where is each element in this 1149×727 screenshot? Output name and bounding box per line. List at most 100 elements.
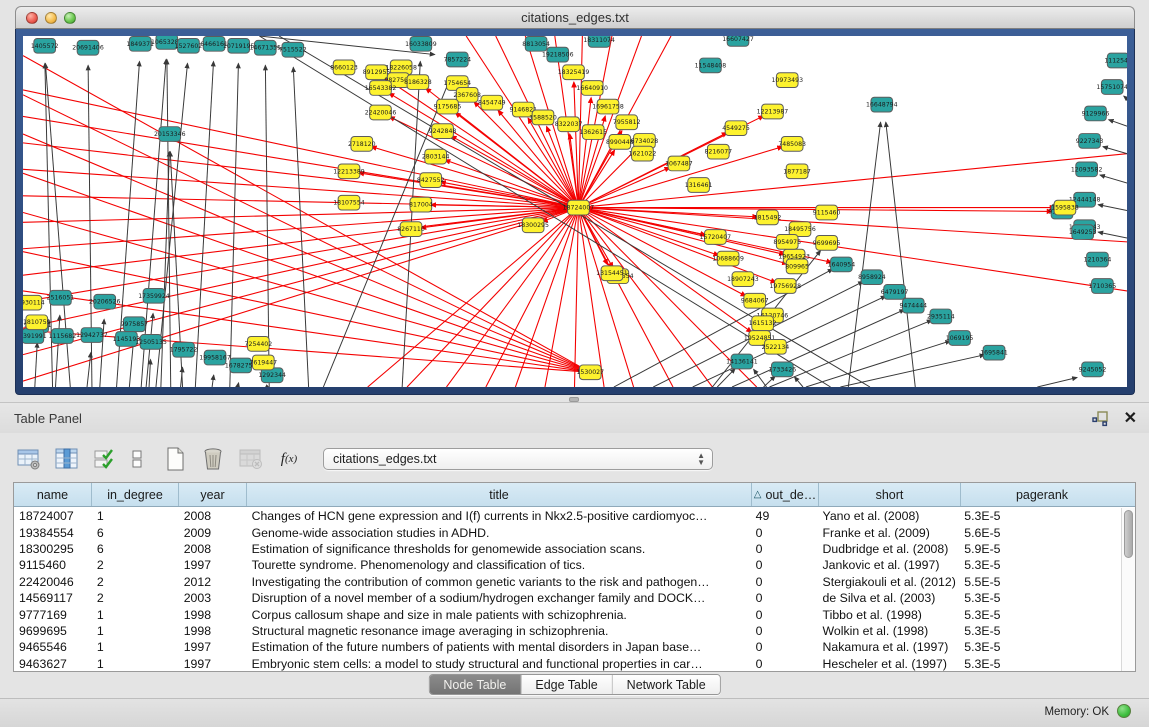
column-header-year[interactable]: year <box>179 483 247 506</box>
table-row[interactable]: 969969511998Structural magnetic resonanc… <box>14 623 1121 639</box>
network-node[interactable]: 1588520 <box>529 110 557 125</box>
network-node[interactable]: 8954975 <box>773 235 801 250</box>
network-node[interactable]: 2803144 <box>422 149 450 164</box>
function-builder-icon[interactable]: f(x) <box>273 443 305 475</box>
network-node[interactable]: 1695841 <box>980 345 1008 360</box>
column-header-name[interactable]: name <box>14 483 92 506</box>
network-node[interactable]: 18724007 <box>563 200 595 215</box>
table-row[interactable]: 1938455462009Genome-wide association stu… <box>14 524 1121 540</box>
table-row[interactable]: 946554611997Estimation of the future num… <box>14 639 1121 655</box>
network-node[interactable]: 2935114 <box>927 309 955 324</box>
network-node[interactable]: 16607427 <box>722 36 754 46</box>
network-node[interactable]: 7254402 <box>245 337 273 352</box>
network-node[interactable]: 14671355 <box>249 40 281 55</box>
delete-table-icon[interactable] <box>235 443 267 475</box>
network-node[interactable]: 18325419 <box>558 65 590 80</box>
network-node[interactable]: 7857224 <box>444 52 472 67</box>
network-node[interactable]: 1210364 <box>1084 252 1112 267</box>
network-node[interactable]: 18907243 <box>727 272 759 287</box>
network-node[interactable]: 19218506 <box>542 47 574 62</box>
network-node[interactable]: 1615132 <box>749 316 777 331</box>
network-node[interactable]: 12942737 <box>76 328 108 343</box>
table-row[interactable]: 2242004622012Investigating the contribut… <box>14 574 1121 590</box>
network-node[interactable]: 1649253 <box>1069 225 1097 240</box>
network-node[interactable]: 7955812 <box>613 115 641 130</box>
network-node[interactable]: 8427552 <box>417 173 445 188</box>
network-node[interactable]: 8660123 <box>330 60 358 75</box>
create-column-icon[interactable] <box>159 443 191 475</box>
network-node[interactable]: 8990448 <box>606 135 634 150</box>
network-node[interactable]: 20206526 <box>89 294 121 309</box>
network-node[interactable]: 18107554 <box>333 195 365 210</box>
table-vertical-scrollbar[interactable] <box>1121 508 1135 671</box>
network-node[interactable]: 1621022 <box>629 146 657 161</box>
network-node[interactable]: 16033809 <box>405 36 437 51</box>
select-all-rows-icon[interactable] <box>89 443 121 475</box>
network-node[interactable]: 809965 <box>785 259 809 274</box>
network-node[interactable]: 9175685 <box>434 99 462 114</box>
table-row[interactable]: 911546021997Tourette syndrome. Phenomeno… <box>14 557 1121 573</box>
network-node[interactable]: 9699695 <box>813 236 841 251</box>
tab-edge-table[interactable]: Edge Table <box>521 675 612 694</box>
network-node[interactable]: 15751074 <box>1096 80 1127 95</box>
network-node[interactable]: 14136141 <box>726 354 758 369</box>
network-node[interactable]: 10973493 <box>771 73 803 88</box>
network-node[interactable]: 7485083 <box>778 136 806 151</box>
close-panel-icon[interactable]: ✕ <box>1124 408 1137 428</box>
network-node[interactable]: 2522134 <box>762 339 790 354</box>
network-node[interactable]: 1530027 <box>576 365 604 380</box>
network-node[interactable]: 20691406 <box>72 40 104 55</box>
network-node[interactable]: 7515522 <box>279 42 307 57</box>
table-row[interactable]: 1872400712008Changes of HCN gene express… <box>14 508 1121 524</box>
table-mode-icon[interactable] <box>13 443 45 475</box>
network-node[interactable]: 19756928 <box>769 279 801 294</box>
network-node[interactable]: 9684067 <box>741 293 769 308</box>
network-node[interactable]: 15720407 <box>700 230 732 245</box>
network-node[interactable]: 16961758 <box>592 99 624 114</box>
network-node[interactable]: 1877187 <box>783 164 811 179</box>
network-node[interactable]: 1112544 <box>1104 53 1127 68</box>
network-node[interactable]: 1316461 <box>685 178 713 193</box>
column-header-out_de[interactable]: △out_de… <box>752 483 819 506</box>
table-row[interactable]: 946362711997Embryonic stem cells: a mode… <box>14 656 1121 671</box>
network-node[interactable]: 13154451 <box>596 266 628 281</box>
network-node[interactable]: 12213389 <box>333 164 365 179</box>
network-node[interactable]: 8216077 <box>704 144 732 159</box>
network-node[interactable]: 8267110 <box>397 222 425 237</box>
network-node[interactable]: 1405572 <box>31 38 59 53</box>
scrollbar-thumb[interactable] <box>1124 510 1133 558</box>
network-node[interactable]: 9975857 <box>120 317 148 332</box>
network-node[interactable]: 8322037 <box>555 117 583 132</box>
network-node[interactable]: 1849371 <box>126 36 154 51</box>
network-node[interactable]: 16543382 <box>365 81 397 96</box>
network-node[interactable]: 1527602 <box>175 38 203 53</box>
network-node[interactable]: 2718120 <box>348 136 376 151</box>
tab-node-table[interactable]: Node Table <box>429 675 521 694</box>
network-node[interactable]: 10688609 <box>712 251 744 266</box>
network-node[interactable]: 1362615 <box>579 125 607 140</box>
table-row[interactable]: 1830029562008Estimation of significance … <box>14 541 1121 557</box>
network-node[interactable]: 1930114 <box>23 295 45 310</box>
network-node[interactable]: 17359924 <box>138 288 170 303</box>
tab-network-table[interactable]: Network Table <box>613 675 720 694</box>
network-canvas[interactable]: 1405572206914061849371106532871527602646… <box>23 36 1127 387</box>
network-node[interactable]: 7619447 <box>249 355 277 370</box>
network-node[interactable]: 16648794 <box>866 97 898 112</box>
network-node[interactable]: 18300295 <box>517 218 549 233</box>
network-node[interactable]: 1815492 <box>754 210 782 225</box>
float-panel-icon[interactable] <box>1091 410 1109 428</box>
column-header-pagerank[interactable]: pagerank <box>961 483 1123 506</box>
network-node[interactable]: 1067487 <box>665 156 693 171</box>
network-node[interactable]: 8958924 <box>858 270 886 285</box>
show-columns-icon[interactable] <box>51 443 83 475</box>
table-row[interactable]: 977716911998Corpus callosum shape and si… <box>14 606 1121 622</box>
network-node[interactable]: 9227343 <box>1076 134 1104 149</box>
network-node[interactable]: 6479197 <box>881 285 909 300</box>
network-node[interactable]: 8813054 <box>522 36 550 51</box>
network-node[interactable]: 11548408 <box>695 58 727 73</box>
network-node[interactable]: 1795722 <box>170 342 198 357</box>
network-node[interactable]: 9391991 <box>23 329 47 344</box>
network-node[interactable]: 8454749 <box>478 95 506 110</box>
network-node[interactable]: 12505135 <box>135 335 167 350</box>
network-node[interactable]: 9129966 <box>1082 106 1110 121</box>
